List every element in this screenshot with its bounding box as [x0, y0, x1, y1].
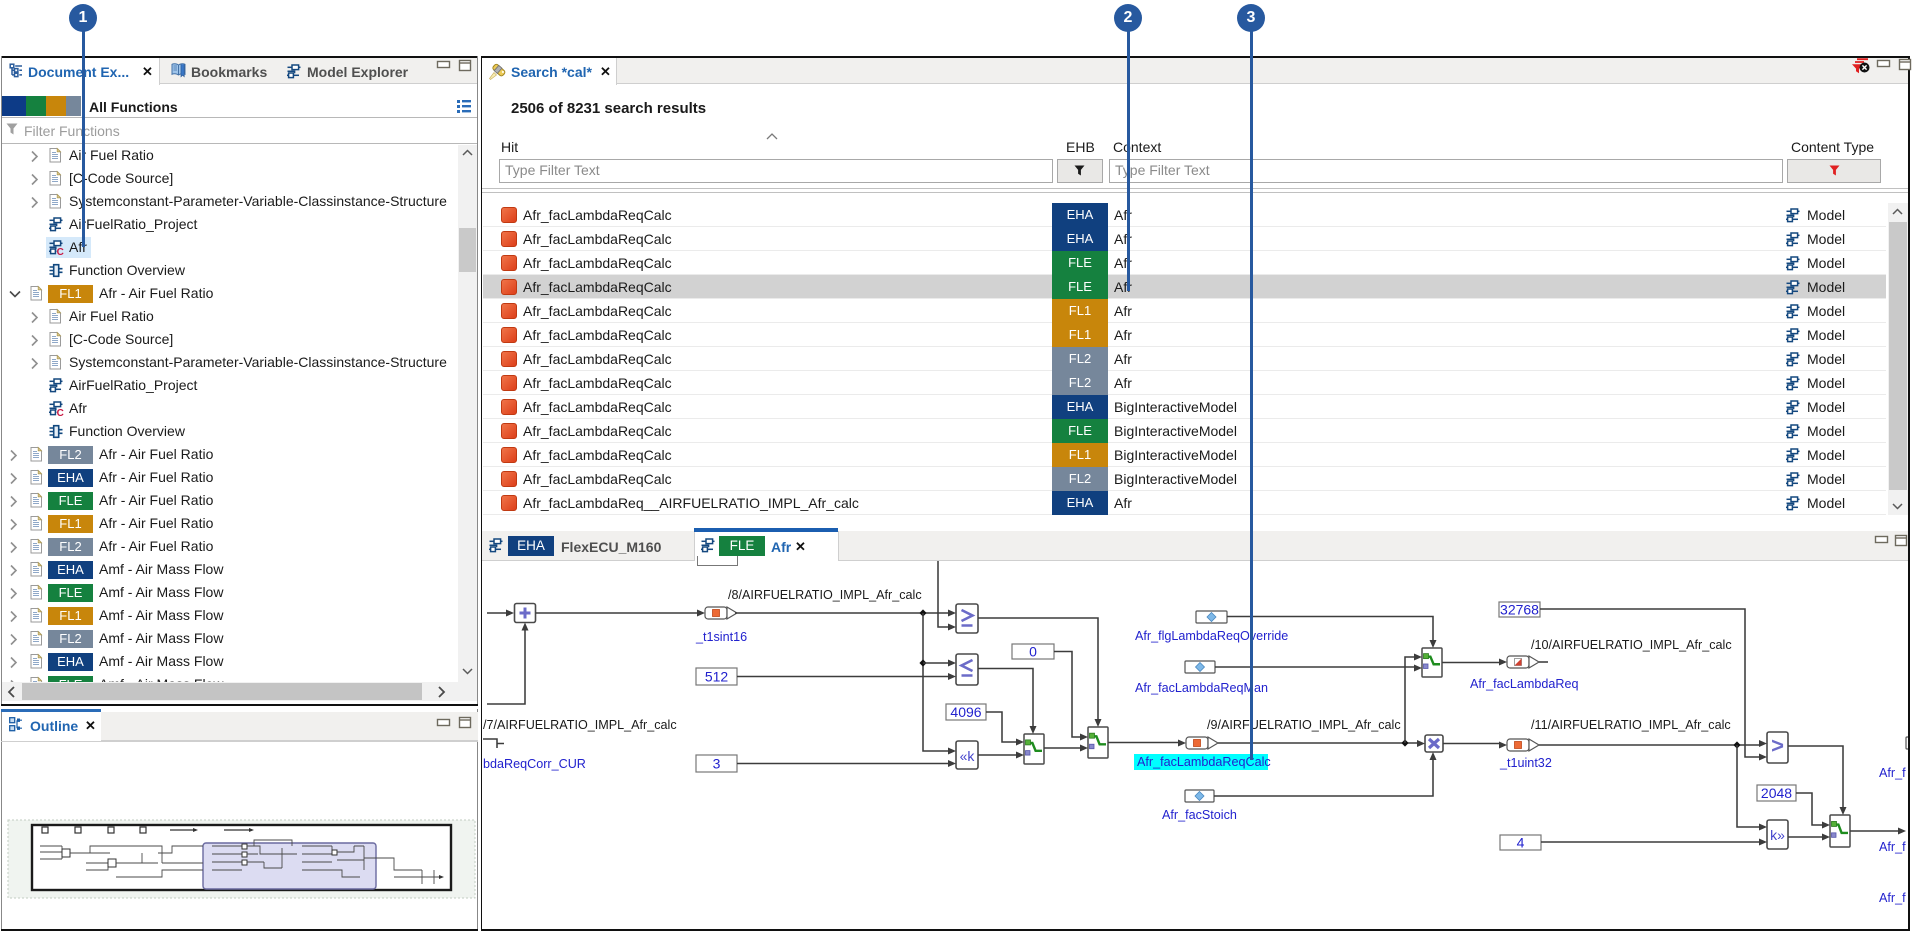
svg-text:Afr_facLambdaReq: Afr_facLambdaReq: [1470, 677, 1579, 691]
svg-text:/11/AIRFUELRATIO_IMPL_Afr_calc: /11/AIRFUELRATIO_IMPL_Afr_calc: [1531, 718, 1731, 732]
svg-text:/8/AIRFUELRATIO_IMPL_Afr_calc: /8/AIRFUELRATIO_IMPL_Afr_calc: [728, 588, 922, 602]
svg-text:Afr_facLambdaReqMan: Afr_facLambdaReqMan: [1135, 681, 1268, 695]
svg-text:bdaReqCorr_CUR: bdaReqCorr_CUR: [483, 757, 586, 771]
svg-text:3: 3: [713, 756, 721, 772]
svg-text:512: 512: [705, 669, 729, 685]
svg-text:Afr_f: Afr_f: [1879, 840, 1906, 854]
svg-text:Afr_flgLambdaReqOverride: Afr_flgLambdaReqOverride: [1135, 629, 1288, 643]
svg-text:_t1sint16: _t1sint16: [695, 630, 747, 644]
svg-text:/7/AIRFUELRATIO_IMPL_Afr_calc: /7/AIRFUELRATIO_IMPL_Afr_calc: [483, 718, 677, 732]
svg-text:_t1uint32: _t1uint32: [1499, 756, 1552, 770]
svg-text:32768: 32768: [1500, 602, 1539, 618]
svg-text:Afr_f: Afr_f: [1879, 766, 1906, 780]
svg-text:4096: 4096: [950, 704, 981, 720]
svg-text:/9/AIRFUELRATIO_IMPL_Afr_calc: /9/AIRFUELRATIO_IMPL_Afr_calc: [1207, 718, 1401, 732]
svg-text:/10/AIRFUELRATIO_IMPL_Afr_calc: /10/AIRFUELRATIO_IMPL_Afr_calc: [1531, 638, 1732, 652]
svg-text:4: 4: [1517, 835, 1525, 851]
svg-text:k»: k»: [1770, 827, 1785, 843]
svg-text:Afr_facStoich: Afr_facStoich: [1162, 808, 1237, 822]
svg-text:2048: 2048: [1761, 785, 1792, 801]
svg-text:Afr_f: Afr_f: [1879, 891, 1906, 905]
svg-text:0: 0: [1029, 644, 1037, 660]
svg-text:>: >: [1771, 733, 1784, 758]
svg-text:«k: «k: [960, 748, 976, 764]
